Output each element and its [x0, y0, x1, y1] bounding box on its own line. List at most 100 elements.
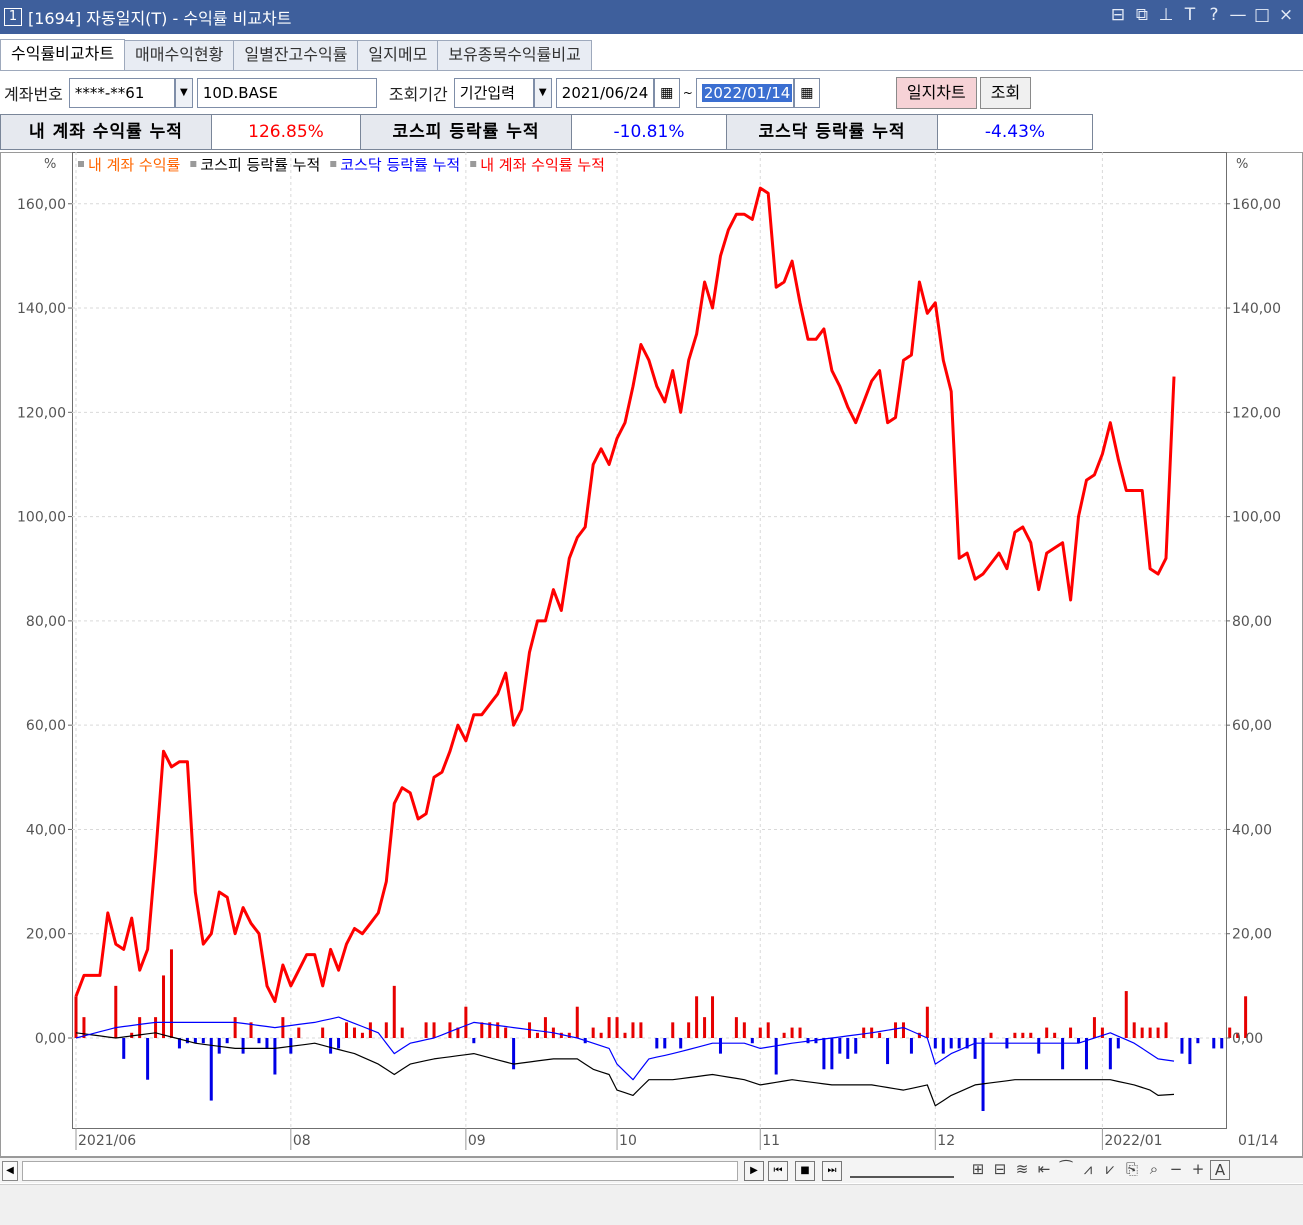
window-number-badge: 1 — [4, 8, 22, 26]
legend-label: 코스닥 등락률 누적 — [340, 156, 460, 174]
daily-return-bar — [830, 1038, 834, 1070]
daily-return-bar — [854, 1038, 858, 1054]
daily-return-bar — [846, 1038, 850, 1059]
tab-daily-balance-return[interactable]: 일별잔고수익률 — [233, 40, 359, 70]
trend-icon[interactable]: ⁀ — [1056, 1160, 1076, 1180]
daily-return-bar — [822, 1038, 826, 1070]
daily-return-bar — [941, 1038, 945, 1054]
daily-return-bar — [1220, 1038, 1224, 1049]
daily-return-bar — [360, 1032, 364, 1038]
pin-icon[interactable]: ⊥ — [1157, 5, 1175, 25]
area-icon[interactable]: ≋ — [1012, 1160, 1032, 1180]
daily-return-bar — [464, 1006, 468, 1038]
scroll-left-icon[interactable]: ◀ — [2, 1161, 18, 1181]
y-tick-label-right: 0,00 — [1232, 1031, 1263, 1047]
daily-return-bar — [655, 1038, 659, 1049]
return-comparison-chart[interactable]: 0,00 0,00 20,00 20,00 40,00 40,00 60,00 60,00 80… — [0, 152, 1303, 1157]
kosdaq-change-value: -4.43% — [937, 114, 1093, 150]
daily-return-bar — [1053, 1032, 1057, 1038]
start-date-input[interactable]: 2021/06/24 — [555, 78, 654, 108]
daily-return-bar — [535, 1032, 539, 1038]
duplicate-icon[interactable]: ⧉ — [1133, 5, 1151, 25]
daily-return-bar — [122, 1038, 126, 1059]
first-icon[interactable]: ⏮ — [768, 1161, 788, 1181]
x-tick-label: 09 — [468, 1133, 486, 1149]
daily-return-bar — [201, 1038, 205, 1044]
period-label: 조회기간 — [388, 85, 448, 104]
daily-return-bar — [162, 975, 166, 1038]
crosshair-icon[interactable]: ⇤ — [1034, 1160, 1054, 1180]
daily-return-bar — [981, 1038, 985, 1111]
y-tick-label-left: 160,00 — [17, 197, 66, 213]
diary-chart-button[interactable]: 일지차트 — [895, 77, 977, 109]
daily-return-bar — [146, 1038, 150, 1080]
daily-return-bar — [424, 1022, 428, 1038]
daily-return-bar — [543, 1017, 547, 1038]
layout-icon[interactable]: ⊟ — [1109, 5, 1127, 25]
account-name-field[interactable]: 10D.BASE — [196, 78, 377, 108]
y-tick-label-right: 160,00 — [1232, 197, 1281, 213]
daily-return-bar — [352, 1027, 356, 1038]
auto-scale-icon[interactable]: A — [1210, 1160, 1230, 1180]
panel-icon[interactable]: ⊟ — [990, 1160, 1010, 1180]
daily-return-bar — [209, 1038, 213, 1101]
play-icon[interactable]: ▶ — [744, 1161, 764, 1181]
daily-return-bar — [878, 1032, 882, 1038]
daily-return-bar — [1084, 1038, 1088, 1070]
x-tick-label: 2021/06 — [78, 1133, 136, 1149]
account-label: 계좌번호 — [4, 85, 63, 104]
daily-return-bar — [241, 1038, 245, 1054]
start-calendar-icon[interactable]: ▦ — [653, 78, 680, 108]
daily-return-bar — [1156, 1027, 1160, 1038]
tab-return-compare-chart[interactable]: 수익률비교차트 — [0, 39, 126, 70]
maximize-icon[interactable]: □ — [1253, 5, 1271, 25]
close-icon[interactable]: × — [1277, 5, 1295, 25]
y-tick-label-right: 20,00 — [1232, 927, 1272, 943]
legend-label: 내 계좌 수익률 — [88, 156, 181, 174]
daily-return-bar — [774, 1038, 778, 1075]
tab-bar: 수익률비교차트 매매수익현황 일별잔고수익률 일지메모 보유종목수익률비교 — [0, 39, 592, 70]
magnify-icon[interactable]: ⌕ — [1144, 1160, 1164, 1180]
minimize-icon[interactable]: — — [1229, 5, 1247, 25]
daily-return-bar — [894, 1022, 898, 1038]
end-date-input[interactable]: 2022/01/14 — [695, 78, 794, 108]
query-button[interactable]: 조회 — [979, 77, 1032, 109]
daily-return-bar — [639, 1022, 643, 1038]
daily-return-bar — [711, 996, 715, 1038]
daily-return-bar — [838, 1038, 842, 1054]
tab-holding-return-compare[interactable]: 보유종목수익률비교 — [437, 40, 592, 70]
daily-return-bar — [679, 1038, 683, 1049]
daily-return-bar — [1021, 1032, 1025, 1038]
y-tick-label-right: 100,00 — [1232, 510, 1281, 526]
daily-return-bar — [74, 996, 78, 1038]
daily-return-bar — [989, 1032, 993, 1038]
account-dropdown-icon[interactable]: ▼ — [174, 78, 193, 108]
y-unit-right: % — [1236, 157, 1248, 172]
chart-scrollbar[interactable] — [22, 1161, 738, 1181]
end-calendar-icon[interactable]: ▦ — [793, 78, 820, 108]
period-dropdown-icon[interactable]: ▼ — [533, 78, 552, 108]
help-icon[interactable]: ? — [1205, 5, 1223, 25]
account-number-field[interactable]: ****-**61 — [68, 78, 175, 108]
daily-return-bar — [671, 1022, 675, 1038]
daily-return-bar — [623, 1032, 627, 1038]
period-mode-select[interactable]: 기간입력 — [453, 78, 534, 108]
zoom-in-icon[interactable]: + — [1188, 1160, 1208, 1180]
zoom-out-icon[interactable]: − — [1166, 1160, 1186, 1180]
daily-return-bar — [703, 1017, 707, 1038]
legend-marker — [78, 161, 84, 167]
tab-trade-profit-status[interactable]: 매매수익현황 — [124, 40, 235, 70]
daily-return-bar — [1124, 991, 1128, 1038]
line-tool-icon[interactable]: ⩘ — [1078, 1160, 1098, 1180]
daily-return-bar — [392, 985, 396, 1038]
grid-icon[interactable]: ⊞ — [968, 1160, 988, 1180]
zoom-slider[interactable] — [850, 1164, 954, 1178]
draw-icon[interactable]: ⩗ — [1100, 1160, 1120, 1180]
font-size-icon[interactable]: T — [1181, 5, 1199, 25]
stop-icon[interactable]: ■ — [795, 1161, 815, 1181]
my-return-label: 내 계좌 수익률 누적 — [0, 114, 212, 150]
last-icon[interactable]: ⏭ — [822, 1161, 842, 1181]
copy-icon[interactable]: ⎘ — [1122, 1160, 1142, 1180]
daily-return-bar — [1132, 1022, 1136, 1038]
tab-diary-memo[interactable]: 일지메모 — [357, 40, 439, 70]
